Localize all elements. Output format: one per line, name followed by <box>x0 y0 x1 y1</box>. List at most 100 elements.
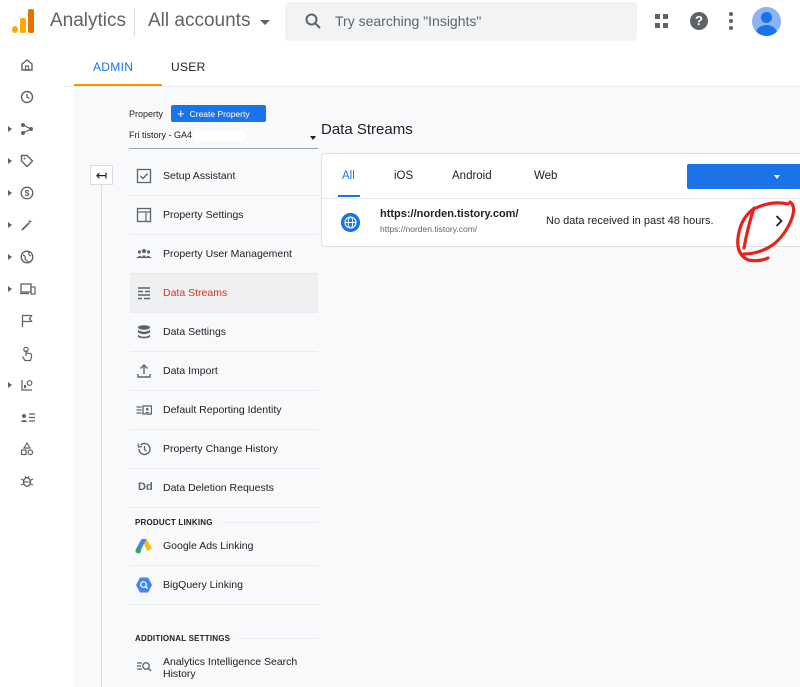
account-selector[interactable]: All accounts <box>148 10 271 32</box>
flow-icon <box>21 123 33 135</box>
bigquery-icon <box>136 577 152 593</box>
page-title: Data Streams <box>321 121 413 138</box>
wand-icon <box>21 219 33 231</box>
flag-icon <box>21 314 33 327</box>
menu-setup-assistant[interactable]: Setup Assistant <box>130 157 318 196</box>
nav-customization[interactable] <box>0 114 64 146</box>
section-divider <box>223 522 318 523</box>
menu-item-label: Data Deletion Requests <box>163 482 274 494</box>
tab-admin[interactable]: ADMIN <box>93 60 133 74</box>
devices-icon <box>20 283 36 295</box>
search-history-icon <box>137 662 152 672</box>
menu-item-label: Analytics Intelligence Search History <box>163 656 297 680</box>
menu-intelligence-search-history[interactable]: Analytics Intelligence Search History <box>130 646 318 686</box>
help-icon[interactable]: ? <box>690 12 708 30</box>
bug-icon <box>20 475 34 487</box>
svg-text:$: $ <box>25 188 30 198</box>
caret-down-icon <box>310 136 316 140</box>
nav-demographics[interactable] <box>0 242 64 274</box>
menu-data-settings[interactable]: Data Settings <box>130 313 318 352</box>
section-divider <box>238 638 318 639</box>
web-globe-icon <box>341 213 360 232</box>
globe-icon <box>20 250 34 264</box>
top-bar: Analytics All accounts ? <box>0 0 800 44</box>
tag-icon <box>20 154 34 168</box>
app-title: Analytics <box>50 10 127 31</box>
property-selector[interactable]: Fri tistory - GA4 ( <box>129 130 318 149</box>
menu-item-label-line1: Analytics Intelligence Search <box>163 656 298 668</box>
caret-down-icon <box>260 19 271 25</box>
menu-bigquery-linking[interactable]: BigQuery Linking <box>130 566 318 605</box>
expand-arrow-icon <box>8 254 12 260</box>
menu-property-user-management[interactable]: Property User Management <box>130 235 318 274</box>
add-stream-button[interactable]: Add stream <box>687 164 800 189</box>
nav-configure[interactable] <box>0 434 64 466</box>
nav-conversions[interactable] <box>0 306 64 338</box>
nav-reports-snapshot[interactable] <box>0 82 64 114</box>
checkbox-icon <box>136 168 152 184</box>
nav-home[interactable] <box>0 50 64 82</box>
menu-item-label: Default Reporting Identity <box>163 404 282 416</box>
tab-user[interactable]: USER <box>171 60 206 74</box>
nav-audiences[interactable] <box>0 402 64 434</box>
google-ads-icon <box>135 539 152 554</box>
nav-acquisition[interactable] <box>0 146 64 178</box>
menu-google-ads-linking[interactable]: Google Ads Linking <box>130 527 318 566</box>
nav-advertising[interactable] <box>0 338 64 370</box>
product-linking-heading: PRODUCT LINKING <box>135 518 213 527</box>
menu-item-label: Property User Management <box>163 248 292 260</box>
menu-data-import[interactable]: Data Import <box>130 352 318 391</box>
menu-item-label: Property Settings <box>163 209 244 221</box>
nav-explore[interactable] <box>0 370 64 402</box>
search-input[interactable] <box>335 10 625 32</box>
left-nav-rail: $ <box>0 44 64 687</box>
avatar[interactable] <box>752 7 781 36</box>
nav-tech[interactable] <box>0 274 64 306</box>
nav-monetization[interactable]: $ <box>0 178 64 210</box>
upload-icon <box>137 364 151 378</box>
nav-debugview[interactable] <box>0 466 64 498</box>
search-bar[interactable] <box>285 2 637 41</box>
search-icon <box>305 13 321 29</box>
property-selector-value: Fri tistory - GA4 ( <box>129 130 198 140</box>
expand-arrow-icon <box>8 382 12 388</box>
tab-all[interactable]: All <box>342 170 355 182</box>
users-icon <box>136 249 152 258</box>
caret-down-icon <box>774 175 780 179</box>
stream-row[interactable]: https://norden.tistory.com/ https://nord… <box>322 199 800 247</box>
menu-property-change-history[interactable]: Property Change History <box>130 430 318 469</box>
more-vert-icon[interactable] <box>729 12 733 30</box>
stream-status: No data received in past 48 hours. <box>546 215 714 227</box>
tab-web[interactable]: Web <box>534 170 557 182</box>
touch-icon <box>21 346 33 362</box>
menu-default-reporting-identity[interactable]: Default Reporting Identity <box>130 391 318 430</box>
create-property-button[interactable]: + Create Property <box>171 105 266 122</box>
active-tab-indicator <box>74 84 162 86</box>
collapse-back-button[interactable]: ↤ <box>90 165 113 185</box>
dollar-icon: $ <box>20 186 34 200</box>
menu-data-deletion-requests[interactable]: Dd Data Deletion Requests <box>130 469 318 508</box>
admin-tab-bar: ADMIN USER <box>64 44 800 87</box>
stream-name: https://norden.tistory.com/ <box>380 208 519 220</box>
analytics-logo-icon[interactable] <box>12 9 34 33</box>
back-arrow-icon: ↤ <box>95 166 108 183</box>
active-tab-indicator <box>338 195 360 197</box>
menu-property-settings[interactable]: Property Settings <box>130 196 318 235</box>
nav-engagement[interactable] <box>0 210 64 242</box>
menu-data-streams[interactable]: Data Streams <box>130 274 318 313</box>
shapes-icon <box>20 442 34 456</box>
menu-item-label: Property Change History <box>163 443 278 455</box>
data-streams-icon <box>138 287 150 300</box>
dd-icon: Dd <box>138 481 153 493</box>
column-divider <box>101 185 102 687</box>
menu-item-label: BigQuery Linking <box>163 579 243 591</box>
apps-grid-icon[interactable] <box>655 14 669 28</box>
tab-ios[interactable]: iOS <box>394 170 413 182</box>
expand-arrow-icon <box>8 126 12 132</box>
menu-item-label: Data Streams <box>163 287 228 299</box>
property-label: Property <box>129 109 164 119</box>
account-selector-label: All accounts <box>148 10 251 31</box>
tab-android[interactable]: Android <box>452 170 492 182</box>
home-icon <box>21 59 33 71</box>
clock-icon <box>20 90 34 104</box>
